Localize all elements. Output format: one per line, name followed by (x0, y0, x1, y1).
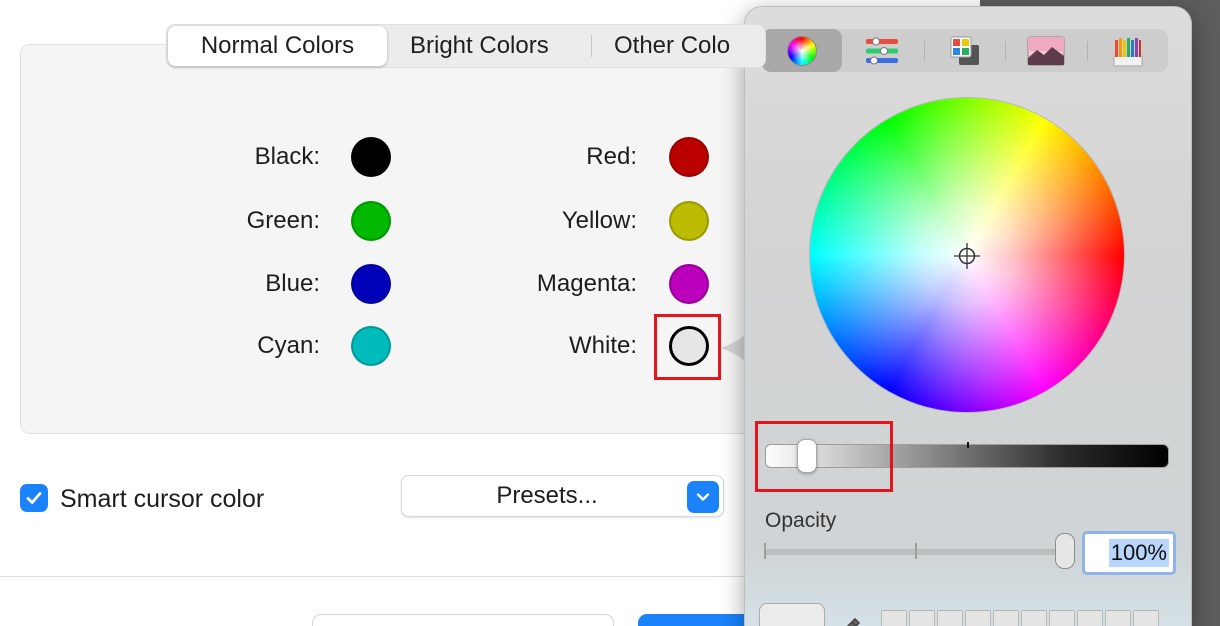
color-wheel-icon (787, 35, 817, 66)
red-label: Red: (586, 143, 637, 170)
tab-other-colors[interactable]: Other Colo (614, 25, 730, 67)
image-palettes-icon (1027, 36, 1065, 65)
magenta-label: Magenta: (536, 270, 637, 297)
favorite-swatch-slot[interactable] (937, 610, 963, 626)
opacity-value: 100% (1108, 539, 1169, 567)
current-color-swatch[interactable] (759, 603, 825, 626)
opacity-tick (915, 543, 917, 559)
yellow-label: Yellow: (561, 207, 637, 234)
green-label: Green: (246, 207, 320, 234)
brightness-highlight (755, 421, 893, 492)
white-swatch-highlight (654, 314, 721, 380)
opacity-tick (764, 543, 766, 559)
black-swatch[interactable] (351, 137, 391, 177)
color-picker-popover: Opacity 100% (744, 6, 1192, 626)
green-swatch[interactable] (351, 201, 391, 241)
crosshair-icon (954, 243, 980, 269)
checkmark-icon (26, 492, 42, 504)
opacity-slider-knob[interactable] (1055, 533, 1075, 569)
opacity-field[interactable]: 100% (1082, 531, 1176, 575)
red-swatch[interactable] (669, 137, 709, 177)
cyan-label: Cyan: (257, 332, 320, 359)
yellow-swatch[interactable] (669, 201, 709, 241)
crayons-tab[interactable] (1088, 29, 1168, 72)
image-palettes-tab[interactable] (1006, 29, 1086, 72)
chevron-down-icon (687, 481, 719, 513)
smart-cursor-checkbox[interactable] (20, 484, 48, 512)
tab-bright-colors[interactable]: Bright Colors (410, 25, 549, 67)
color-palettes-tab[interactable] (925, 29, 1005, 72)
color-wheel-tab[interactable] (762, 29, 842, 72)
color-sliders-icon (866, 37, 898, 64)
bottom-left-button[interactable] (312, 614, 614, 626)
color-sliders-tab[interactable] (842, 29, 922, 72)
presets-label: Presets... (496, 482, 598, 509)
favorite-swatch-slot[interactable] (1021, 610, 1047, 626)
favorite-swatch-slot[interactable] (1077, 610, 1103, 626)
favorite-swatch-slot[interactable] (965, 610, 991, 626)
opacity-label: Opacity (765, 509, 837, 532)
presets-dropdown[interactable]: Presets... (401, 475, 724, 517)
magenta-swatch[interactable] (669, 264, 709, 304)
favorite-swatch-slot[interactable] (1049, 610, 1075, 626)
crayons-icon (1113, 37, 1143, 66)
brightness-tick (967, 442, 969, 448)
divider (0, 576, 760, 577)
color-tabs: Normal Colors Bright Colors Other Colo (166, 24, 766, 68)
tab-normal-colors[interactable]: Normal Colors (168, 26, 387, 66)
eyedropper-icon[interactable] (841, 617, 861, 626)
favorite-swatch-slot[interactable] (909, 610, 935, 626)
blue-label: Blue: (265, 270, 320, 297)
favorite-swatch-slot[interactable] (993, 610, 1019, 626)
picker-toolbar (762, 29, 1168, 72)
favorite-swatch-slot[interactable] (1133, 610, 1159, 626)
favorite-swatch-slot[interactable] (881, 610, 907, 626)
black-label: Black: (254, 143, 320, 170)
color-palettes-icon (950, 36, 979, 65)
smart-cursor-label: Smart cursor color (60, 485, 265, 513)
white-label: White: (568, 332, 637, 359)
blue-swatch[interactable] (351, 264, 391, 304)
favorite-swatch-slot[interactable] (1105, 610, 1131, 626)
cyan-swatch[interactable] (351, 326, 391, 366)
tab-separator (591, 35, 592, 57)
